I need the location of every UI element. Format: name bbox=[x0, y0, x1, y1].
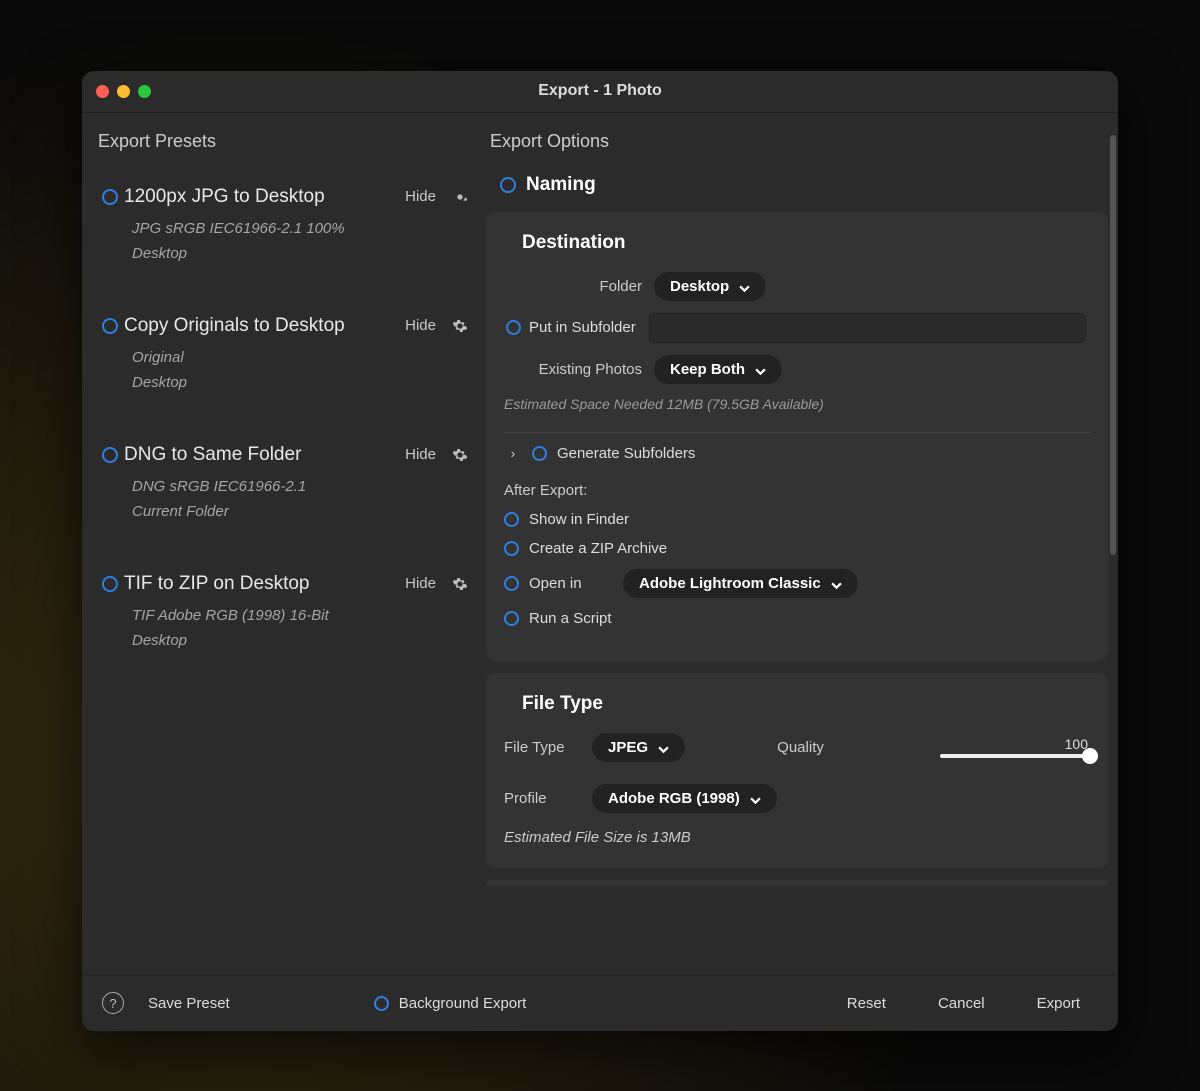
naming-section-header[interactable]: Naming bbox=[486, 174, 1108, 196]
existing-dropdown[interactable]: Keep Both bbox=[654, 355, 782, 384]
chevron-down-icon bbox=[831, 578, 842, 589]
chevron-down-icon bbox=[739, 281, 750, 292]
preset-meta-line: Original bbox=[132, 345, 468, 371]
folder-value: Desktop bbox=[670, 278, 729, 295]
existing-value: Keep Both bbox=[670, 361, 745, 378]
dialog-footer: ? Save Preset Background Export Reset Ca… bbox=[82, 975, 1118, 1031]
show-finder-label: Show in Finder bbox=[529, 511, 629, 528]
file-type-value: JPEG bbox=[608, 739, 648, 756]
destination-title: Destination bbox=[522, 232, 1090, 254]
preset-hide-link[interactable]: Hide bbox=[405, 188, 436, 205]
subfolder-radio[interactable] bbox=[506, 320, 521, 335]
show-finder-radio[interactable] bbox=[504, 512, 519, 527]
zoom-button[interactable] bbox=[138, 85, 151, 98]
preset-hide-link[interactable]: Hide bbox=[405, 575, 436, 592]
preset-item[interactable]: 1200px JPG to Desktop Hide JPG sRGB IEC6… bbox=[98, 176, 480, 295]
slider-thumb[interactable] bbox=[1082, 748, 1098, 764]
preset-meta-line: Desktop bbox=[132, 628, 468, 654]
file-type-label: File Type bbox=[504, 739, 592, 756]
destination-panel: Destination Folder Desktop Put in Subfol… bbox=[486, 212, 1108, 661]
open-in-label: Open in bbox=[529, 575, 585, 592]
file-type-panel: File Type File Type JPEG Quality 100 bbox=[486, 673, 1108, 868]
gear-icon[interactable] bbox=[452, 447, 468, 463]
preset-meta-line: Desktop bbox=[132, 370, 468, 396]
preset-meta-line: TIF Adobe RGB (1998) 16-Bit bbox=[132, 603, 468, 629]
preset-radio[interactable] bbox=[102, 447, 118, 463]
chevron-down-icon bbox=[658, 742, 669, 753]
gear-icon[interactable] bbox=[452, 189, 468, 205]
naming-title: Naming bbox=[526, 174, 596, 196]
quality-label: Quality bbox=[777, 739, 824, 756]
space-estimate: Estimated Space Needed 12MB (79.5GB Avai… bbox=[504, 396, 1090, 412]
open-in-dropdown[interactable]: Adobe Lightroom Classic bbox=[623, 569, 858, 598]
preset-meta-line: DNG sRGB IEC61966-2.1 bbox=[132, 474, 468, 500]
run-script-radio[interactable] bbox=[504, 611, 519, 626]
folder-label: Folder bbox=[504, 278, 654, 295]
preset-hide-link[interactable]: Hide bbox=[405, 317, 436, 334]
quality-slider[interactable] bbox=[940, 754, 1090, 758]
chevron-down-icon bbox=[755, 364, 766, 375]
close-button[interactable] bbox=[96, 85, 109, 98]
subfolder-input[interactable] bbox=[649, 313, 1086, 343]
after-export-label: After Export: bbox=[504, 482, 1090, 499]
cancel-button[interactable]: Cancel bbox=[928, 989, 995, 1018]
divider bbox=[504, 432, 1090, 433]
preset-hide-link[interactable]: Hide bbox=[405, 446, 436, 463]
profile-label: Profile bbox=[504, 790, 592, 807]
preset-meta-line: Desktop bbox=[132, 241, 468, 267]
run-script-label: Run a Script bbox=[529, 610, 612, 627]
existing-label: Existing Photos bbox=[504, 361, 654, 378]
preset-item[interactable]: Copy Originals to Desktop Hide Original … bbox=[98, 305, 480, 424]
profile-dropdown[interactable]: Adobe RGB (1998) bbox=[592, 784, 777, 813]
chevron-right-icon: › bbox=[504, 445, 522, 461]
export-button[interactable]: Export bbox=[1027, 989, 1090, 1018]
minimize-button[interactable] bbox=[117, 85, 130, 98]
export-dialog: Export - 1 Photo Export Presets 1200px J… bbox=[82, 71, 1118, 1031]
preset-name: Copy Originals to Desktop bbox=[124, 315, 399, 337]
create-zip-radio[interactable] bbox=[504, 541, 519, 556]
file-type-title: File Type bbox=[522, 693, 1090, 715]
naming-radio[interactable] bbox=[500, 177, 516, 193]
preset-item[interactable]: DNG to Same Folder Hide DNG sRGB IEC6196… bbox=[98, 434, 480, 553]
presets-sidebar: Export Presets 1200px JPG to Desktop Hid… bbox=[82, 113, 480, 975]
preset-meta-line: JPG sRGB IEC61966-2.1 100% bbox=[132, 216, 468, 242]
titlebar: Export - 1 Photo bbox=[82, 71, 1118, 113]
window-title: Export - 1 Photo bbox=[82, 82, 1118, 100]
export-options-heading: Export Options bbox=[486, 131, 1108, 152]
gear-icon[interactable] bbox=[452, 576, 468, 592]
reset-button[interactable]: Reset bbox=[837, 989, 896, 1018]
preset-radio[interactable] bbox=[102, 318, 118, 334]
open-in-value: Adobe Lightroom Classic bbox=[639, 575, 821, 592]
generate-subfolders-row[interactable]: › Generate Subfolders bbox=[504, 445, 1090, 462]
create-zip-label: Create a ZIP Archive bbox=[529, 540, 667, 557]
file-size-estimate: Estimated File Size is 13MB bbox=[504, 829, 1090, 846]
chevron-down-icon bbox=[750, 793, 761, 804]
background-export-radio[interactable] bbox=[374, 996, 389, 1011]
preset-radio[interactable] bbox=[102, 576, 118, 592]
preset-name: DNG to Same Folder bbox=[124, 444, 399, 466]
generate-subfolders-radio[interactable] bbox=[532, 446, 547, 461]
preset-name: TIF to ZIP on Desktop bbox=[124, 573, 399, 595]
save-preset-button[interactable]: Save Preset bbox=[138, 989, 240, 1018]
scrollbar[interactable] bbox=[1110, 135, 1116, 555]
profile-value: Adobe RGB (1998) bbox=[608, 790, 740, 807]
presets-heading: Export Presets bbox=[98, 131, 480, 152]
preset-name: 1200px JPG to Desktop bbox=[124, 186, 399, 208]
background-export-label: Background Export bbox=[399, 995, 527, 1012]
subfolder-label: Put in Subfolder bbox=[529, 319, 649, 336]
folder-dropdown[interactable]: Desktop bbox=[654, 272, 766, 301]
preset-item[interactable]: TIF to ZIP on Desktop Hide TIF Adobe RGB… bbox=[98, 563, 480, 682]
generate-subfolders-label: Generate Subfolders bbox=[557, 445, 695, 462]
traffic-lights bbox=[96, 85, 151, 98]
preset-radio[interactable] bbox=[102, 189, 118, 205]
export-options-panel: Export Options Naming Destination Folder… bbox=[480, 113, 1118, 975]
gear-icon[interactable] bbox=[452, 318, 468, 334]
file-type-dropdown[interactable]: JPEG bbox=[592, 733, 685, 762]
open-in-radio[interactable] bbox=[504, 576, 519, 591]
help-icon[interactable]: ? bbox=[102, 992, 124, 1014]
preset-meta-line: Current Folder bbox=[132, 499, 468, 525]
next-panel-peek bbox=[486, 880, 1108, 886]
